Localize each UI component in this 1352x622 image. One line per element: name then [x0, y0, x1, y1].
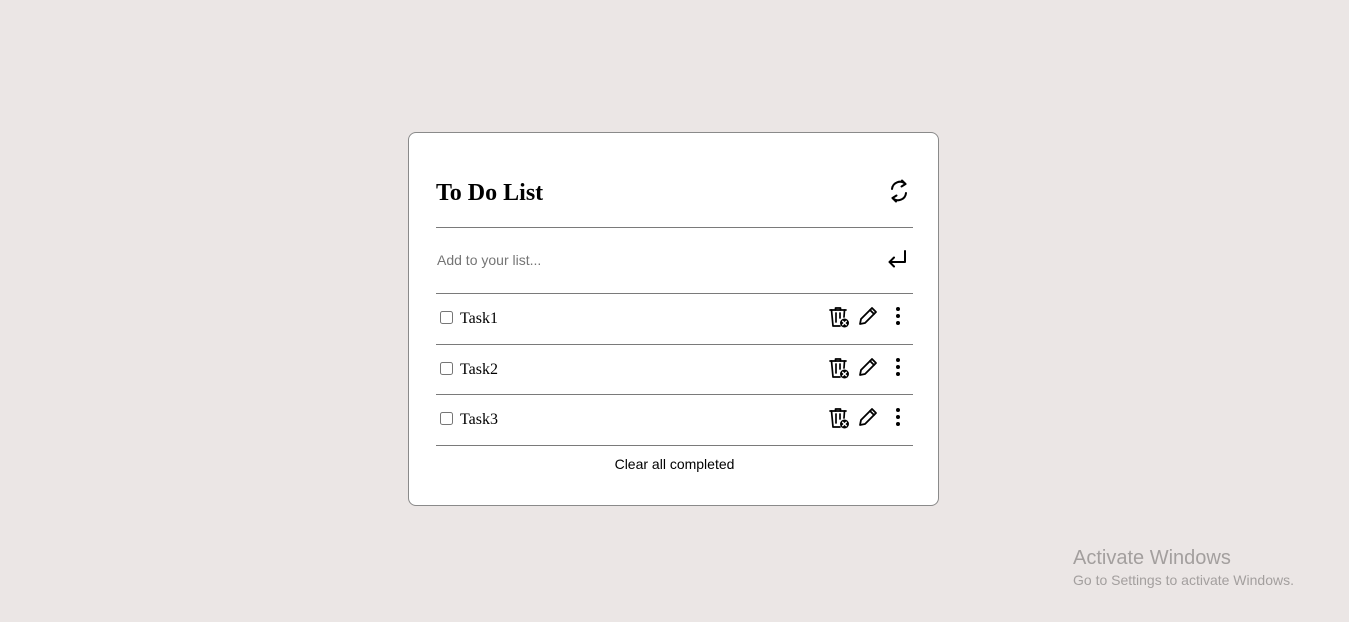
add-task-input[interactable]	[437, 248, 857, 272]
edit-task-button[interactable]	[857, 357, 879, 379]
todo-card: To Do List Ta	[408, 132, 939, 506]
pencil-icon	[857, 305, 879, 330]
task-checkbox[interactable]	[440, 412, 453, 425]
task-list: Task1 Task2 Task3	[436, 294, 913, 446]
card-header: To Do List	[436, 161, 913, 228]
delete-task-button[interactable]	[827, 357, 851, 381]
task-more-button[interactable]	[888, 356, 908, 380]
trash-icon	[827, 356, 851, 383]
task-item: Task1	[436, 294, 913, 345]
task-label: Task2	[460, 361, 498, 378]
task-label: Task3	[460, 411, 498, 428]
refresh-icon	[888, 178, 910, 207]
refresh-button[interactable]	[886, 178, 912, 206]
watermark-title: Activate Windows	[1073, 547, 1231, 569]
task-more-button[interactable]	[888, 406, 908, 430]
clear-completed-button[interactable]: Clear all completed	[436, 455, 913, 473]
kebab-menu-icon	[895, 407, 901, 430]
page-title: To Do List	[436, 180, 544, 206]
task-more-button[interactable]	[888, 305, 908, 329]
delete-task-button[interactable]	[827, 407, 851, 431]
delete-task-button[interactable]	[827, 306, 851, 330]
trash-icon	[827, 305, 851, 332]
kebab-menu-icon	[895, 306, 901, 329]
edit-task-button[interactable]	[857, 407, 879, 429]
task-item: Task2	[436, 345, 913, 395]
trash-icon	[827, 406, 851, 433]
enter-icon	[887, 249, 909, 272]
task-checkbox[interactable]	[440, 362, 453, 375]
add-task-row	[436, 228, 913, 294]
add-task-submit-button[interactable]	[886, 248, 910, 272]
task-item: Task3	[436, 395, 913, 446]
task-checkbox[interactable]	[440, 311, 453, 324]
task-label: Task1	[460, 310, 498, 327]
watermark-subtitle: Go to Settings to activate Windows.	[1073, 572, 1294, 588]
kebab-menu-icon	[895, 357, 901, 380]
pencil-icon	[857, 356, 879, 381]
windows-activation-watermark: Activate Windows Go to Settings to activ…	[1073, 546, 1294, 589]
edit-task-button[interactable]	[857, 306, 879, 328]
pencil-icon	[857, 406, 879, 431]
